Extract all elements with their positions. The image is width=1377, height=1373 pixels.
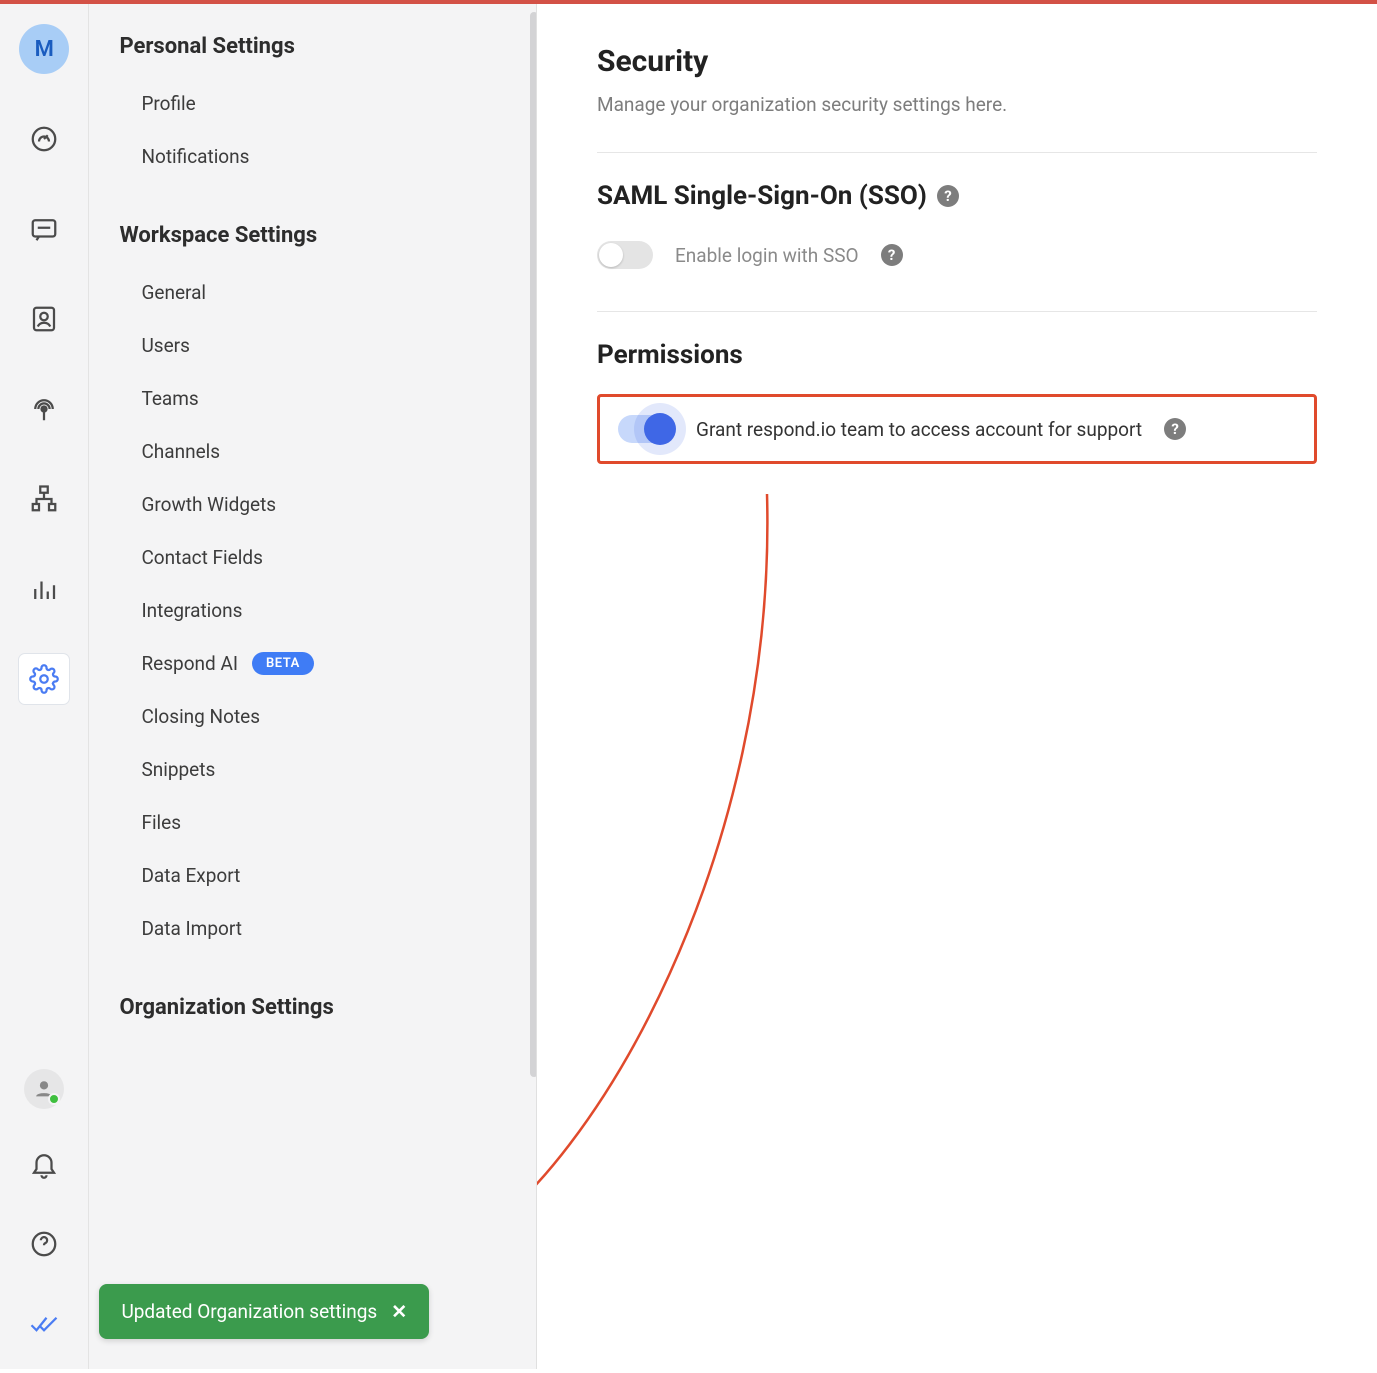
page-title: Security — [597, 44, 1317, 79]
toast-success: Updated Organization settings ✕ — [99, 1284, 429, 1339]
app-root: M — [0, 0, 1377, 1369]
sidebar-item-contact-fields[interactable]: Contact Fields — [119, 531, 506, 584]
sidebar-item-data-import[interactable]: Data Import — [119, 902, 506, 955]
permissions-highlight: Grant respond.io team to access account … — [597, 394, 1317, 464]
beta-badge: BETA — [252, 652, 314, 675]
sidebar-item-closing-notes[interactable]: Closing Notes — [119, 690, 506, 743]
double-check-icon[interactable] — [19, 1299, 69, 1349]
sidebar-item-integrations[interactable]: Integrations — [119, 584, 506, 637]
support-access-toggle[interactable] — [618, 415, 674, 443]
sso-toggle-row: Enable login with SSO ? — [597, 235, 1317, 275]
main-content: Security Manage your organization securi… — [537, 4, 1377, 1369]
sidebar-item-files[interactable]: Files — [119, 796, 506, 849]
sidebar-item-data-export[interactable]: Data Export — [119, 849, 506, 902]
sidebar-item-general[interactable]: General — [119, 266, 506, 319]
sidebar-item-channels[interactable]: Channels — [119, 425, 506, 478]
sidebar-item-snippets[interactable]: Snippets — [119, 743, 506, 796]
help-icon[interactable]: ? — [937, 185, 959, 207]
help-circle-icon[interactable] — [19, 1219, 69, 1269]
help-icon[interactable]: ? — [881, 244, 903, 266]
toast-close-icon[interactable]: ✕ — [391, 1300, 407, 1323]
sidebar-item-respond-ai[interactable]: Respond AI BETA — [119, 637, 506, 690]
permissions-toggle-row: Grant respond.io team to access account … — [618, 409, 1296, 449]
user-presence[interactable] — [24, 1069, 64, 1109]
reports-icon[interactable] — [19, 564, 69, 614]
permissions-heading: Permissions — [597, 340, 1317, 370]
settings-icon[interactable] — [19, 654, 69, 704]
sso-toggle[interactable] — [597, 241, 653, 269]
broadcast-icon[interactable] — [19, 384, 69, 434]
settings-sidebar: Personal Settings Profile Notifications … — [89, 4, 537, 1369]
sso-toggle-label: Enable login with SSO — [675, 244, 859, 267]
sidebar-item-growth-widgets[interactable]: Growth Widgets — [119, 478, 506, 531]
sidebar-item-teams[interactable]: Teams — [119, 372, 506, 425]
sidebar-group-personal: Personal Settings Profile Notifications — [119, 34, 506, 183]
notifications-bell-icon[interactable] — [19, 1139, 69, 1189]
support-access-label: Grant respond.io team to access account … — [696, 418, 1142, 441]
online-status-dot — [48, 1093, 60, 1105]
divider — [597, 152, 1317, 153]
workspace-avatar[interactable]: M — [19, 24, 69, 74]
sidebar-scrollbar[interactable] — [530, 4, 537, 1369]
toast-text: Updated Organization settings — [121, 1300, 377, 1323]
divider — [597, 311, 1317, 312]
dashboard-icon[interactable] — [19, 114, 69, 164]
sidebar-item-users[interactable]: Users — [119, 319, 506, 372]
sidebar-group-title: Workspace Settings — [119, 223, 506, 248]
sidebar-group-organization: Organization Settings — [119, 995, 506, 1020]
sidebar-item-notifications[interactable]: Notifications — [119, 130, 506, 183]
sidebar-group-title: Organization Settings — [119, 995, 506, 1020]
help-icon[interactable]: ? — [1164, 418, 1186, 440]
contacts-icon[interactable] — [19, 294, 69, 344]
sidebar-item-profile[interactable]: Profile — [119, 77, 506, 130]
sidebar-group-title: Personal Settings — [119, 34, 506, 59]
sso-heading: SAML Single-Sign-On (SSO) ? — [597, 181, 1317, 211]
workspace-avatar-letter: M — [35, 37, 54, 62]
icon-rail: M — [0, 4, 89, 1369]
page-description: Manage your organization security settin… — [597, 93, 1317, 116]
workflow-icon[interactable] — [19, 474, 69, 524]
sidebar-group-workspace: Workspace Settings General Users Teams C… — [119, 223, 506, 955]
inbox-icon[interactable] — [19, 204, 69, 254]
